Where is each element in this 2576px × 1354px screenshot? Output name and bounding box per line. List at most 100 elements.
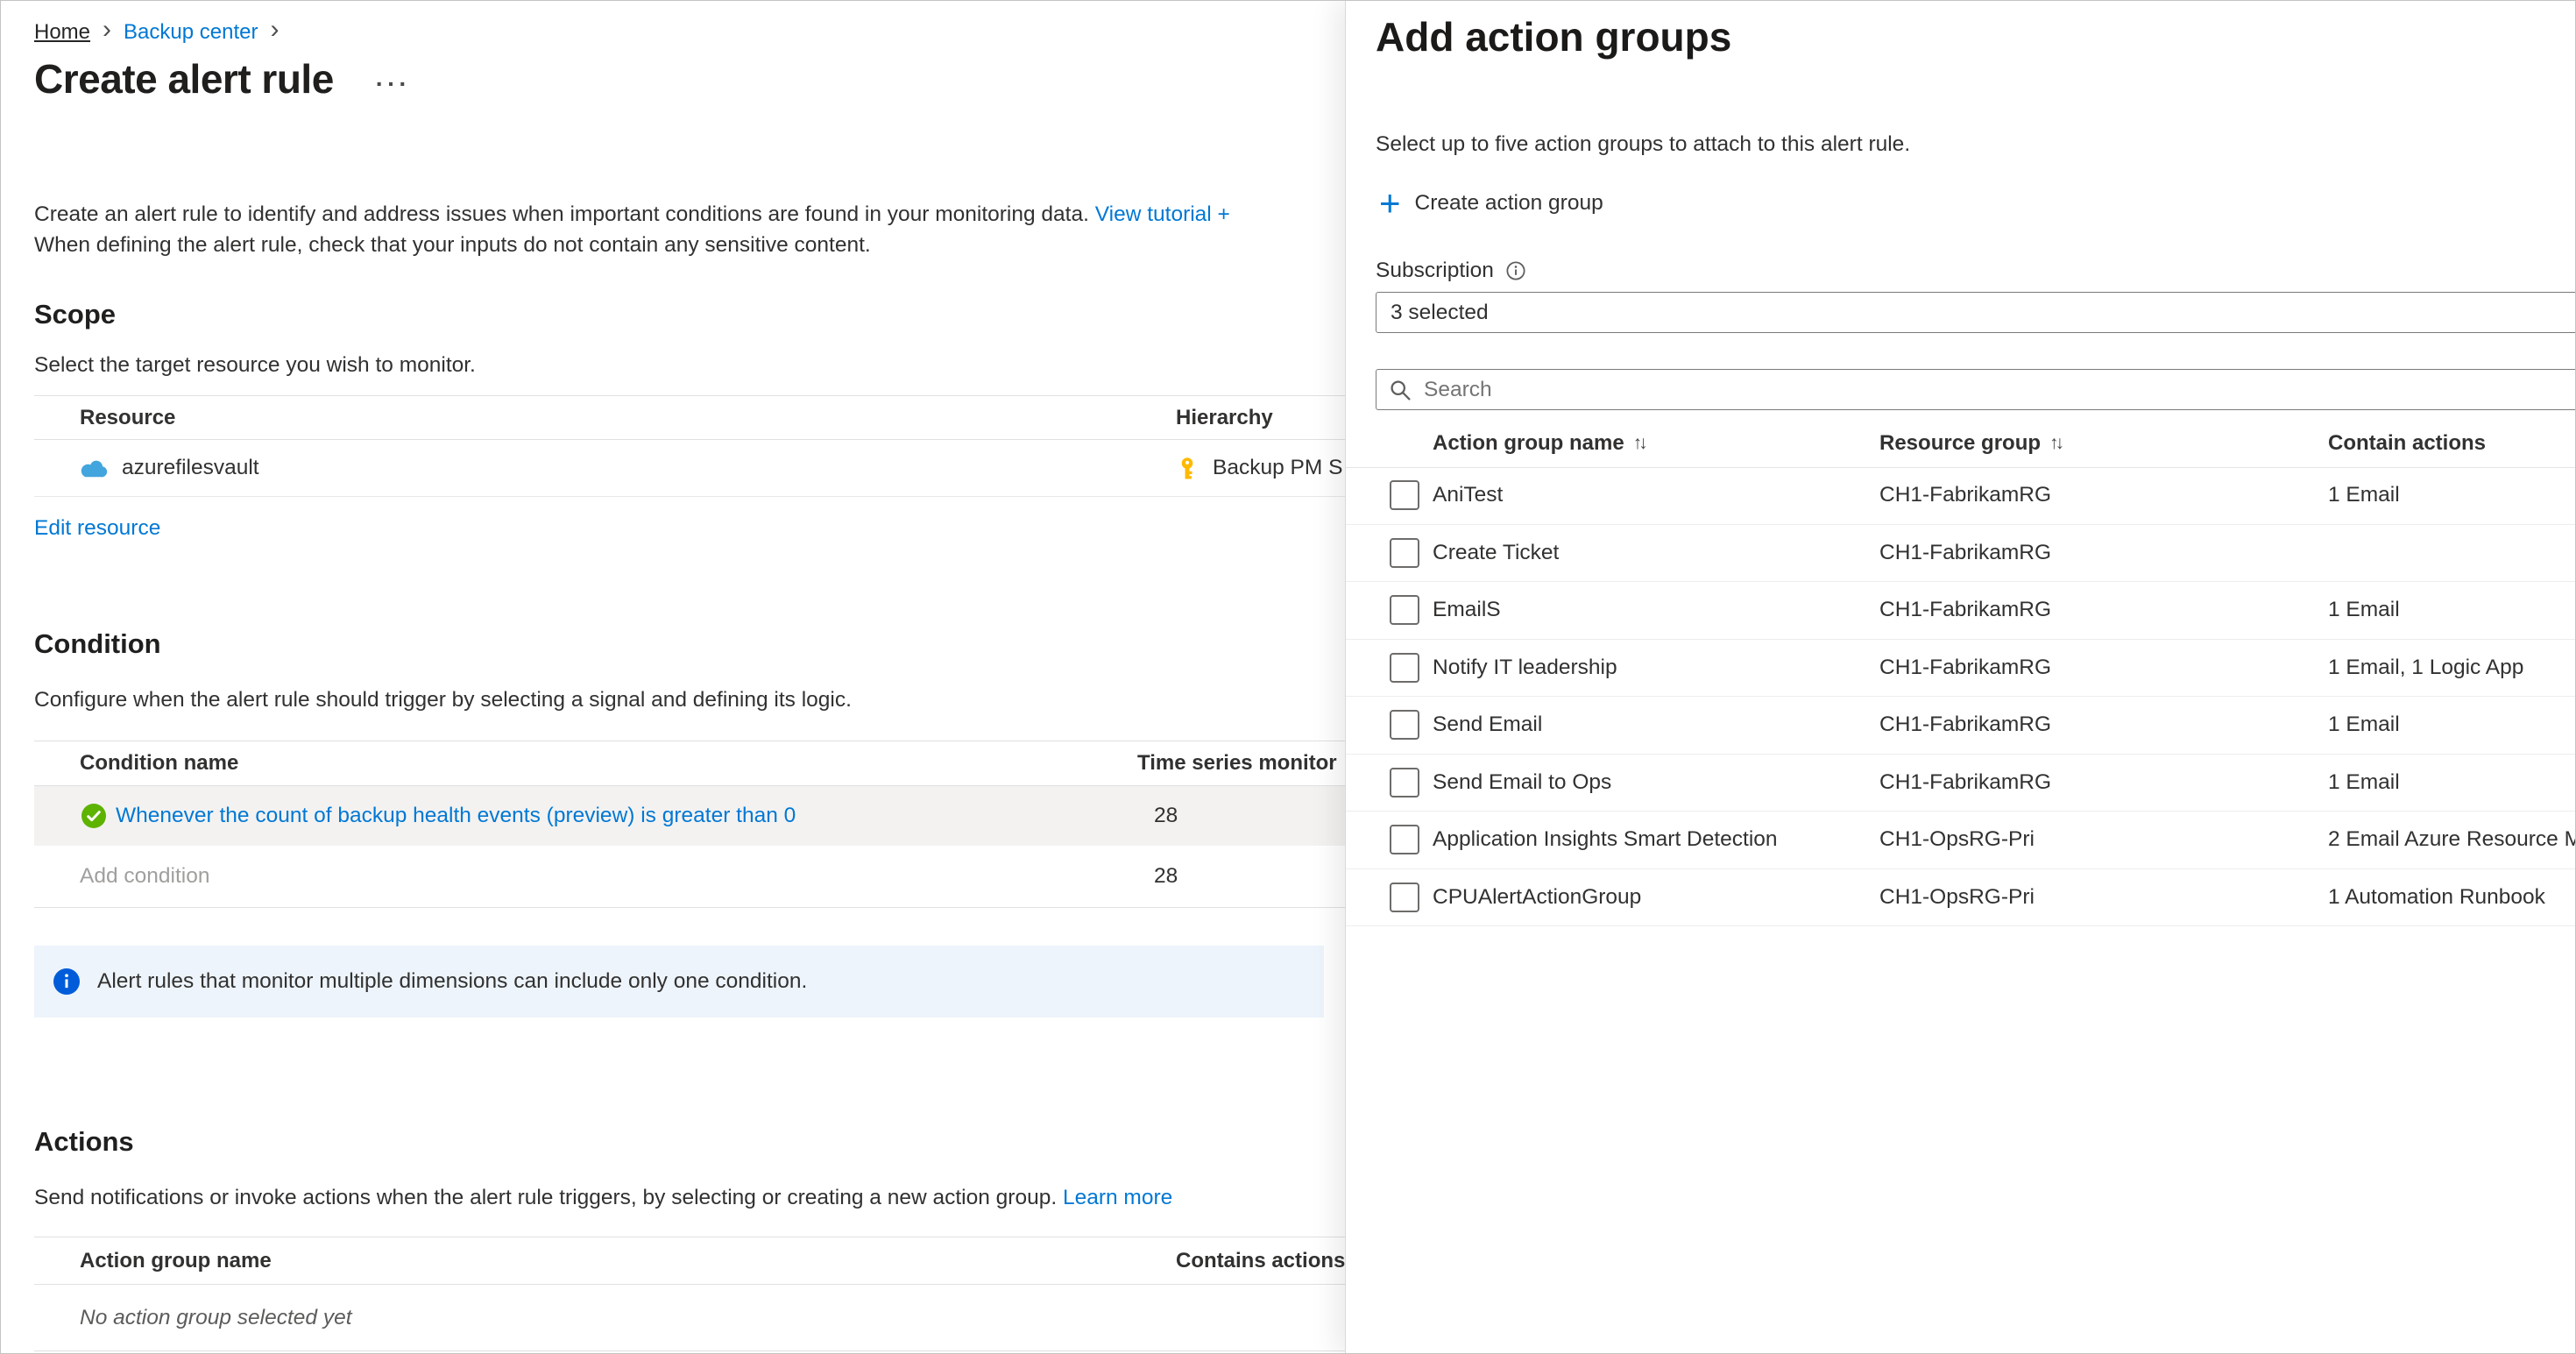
actions-table-header: Action group name Contains actions <box>34 1237 1345 1285</box>
action-group-row[interactable]: Application Insights Smart Detection CH1… <box>1346 812 2576 869</box>
search-icon <box>1391 379 1411 401</box>
create-action-group-label: Create action group <box>1414 191 1603 215</box>
intro-text: Create an alert rule to identify and add… <box>34 199 1230 260</box>
sort-icon: ↑↓ <box>1632 433 1648 453</box>
info-banner: Alert rules that monitor multiple dimens… <box>34 946 1324 1017</box>
condition-col-time-series: Time series monitor <box>1137 751 1337 775</box>
action-group-name: CPUAlertActionGroup <box>1433 884 1642 909</box>
action-group-checkbox[interactable] <box>1390 767 1419 798</box>
scope-heading: Scope <box>34 299 117 330</box>
action-group-name: Create Ticket <box>1433 540 1560 564</box>
col-action-group-name-label: Action group name <box>1433 431 1624 455</box>
action-group-checkbox[interactable] <box>1390 825 1419 855</box>
action-group-row[interactable]: Send Email CH1-FabrikamRG 1 Email <box>1346 697 2575 755</box>
action-group-name: Send Email to Ops <box>1433 769 1612 794</box>
scope-resource-row[interactable]: azurefilesvault Backup PM S <box>34 440 1345 497</box>
col-resource-group-label: Resource group <box>1879 431 2042 455</box>
action-group-name: AniTest <box>1433 483 1504 507</box>
condition-table: Condition name Time series monitor Whene… <box>34 741 1345 908</box>
action-group-resource-group: CH1-FabrikamRG <box>1879 540 2052 564</box>
actions-col-name: Action group name <box>80 1248 272 1272</box>
edit-resource-link[interactable]: Edit resource <box>34 516 160 541</box>
condition-table-header: Condition name Time series monitor <box>34 741 1345 786</box>
add-condition-row: Add condition 28 <box>34 846 1345 908</box>
actions-heading: Actions <box>34 1126 134 1157</box>
view-tutorial-link[interactable]: View tutorial + <box>1095 202 1230 226</box>
action-group-row[interactable]: Create Ticket CH1-FabrikamRG <box>1346 525 2575 582</box>
panel-title: Add action groups <box>1376 14 1732 60</box>
action-groups-table-header: Action group name ↑↓ Resource group ↑↓ C… <box>1346 420 2575 468</box>
actions-description: Send notifications or invoke actions whe… <box>34 1186 1172 1210</box>
create-alert-rule-screen: Home › Backup center › Create alert rule… <box>0 0 2576 1354</box>
action-group-checkbox[interactable] <box>1390 537 1419 568</box>
page-title: Create alert rule <box>34 56 334 102</box>
action-group-row[interactable]: Send Email to Ops CH1-FabrikamRG 1 Email <box>1346 755 2575 812</box>
add-condition-button[interactable]: Add condition <box>80 864 209 889</box>
subscription-dropdown[interactable]: 3 selected <box>1376 292 2575 333</box>
action-group-name: Notify IT leadership <box>1433 655 1617 679</box>
action-group-checkbox[interactable] <box>1390 595 1419 626</box>
create-action-group-button[interactable]: + Create action group <box>1379 182 1603 223</box>
panel-subtitle: Select up to five action groups to attac… <box>1376 132 1911 156</box>
more-options-button[interactable]: ··· <box>376 60 411 98</box>
page-title-row: Create alert rule ··· <box>34 55 411 103</box>
actions-empty-row: No action group selected yet <box>34 1285 1345 1351</box>
scope-col-resource: Resource <box>80 405 176 429</box>
add-action-groups-panel: Add action groups Select up to five acti… <box>1345 1 2576 1353</box>
action-group-row[interactable]: EmailS CH1-FabrikamRG 1 Email <box>1346 582 2575 640</box>
action-groups-table-body: AniTest CH1-FabrikamRG 1 Email Create Ti… <box>1346 467 2576 926</box>
breadcrumb: Home › Backup center › <box>34 17 279 47</box>
scope-table: Resource Hierarchy azurefilesvault Backu… <box>34 395 1345 497</box>
intro-line2: When defining the alert rule, check that… <box>34 233 871 257</box>
condition-row[interactable]: Whenever the count of backup health even… <box>34 786 1345 846</box>
col-resource-group[interactable]: Resource group ↑↓ <box>1879 431 2064 456</box>
plus-icon: + <box>1379 182 1401 223</box>
search-input[interactable] <box>1422 376 2575 403</box>
col-contain-actions: Contain actions <box>2328 431 2487 455</box>
add-condition-time-series-value: 28 <box>1154 864 1178 888</box>
action-group-row[interactable]: CPUAlertActionGroup CH1-OpsRG-Pri 1 Auto… <box>1346 869 2575 926</box>
sort-icon: ↑↓ <box>2049 433 2064 453</box>
condition-col-name: Condition name <box>80 751 239 775</box>
action-group-contains: 1 Email <box>2328 769 2400 794</box>
learn-more-link[interactable]: Learn more <box>1063 1186 1172 1209</box>
intro-line1: Create an alert rule to identify and add… <box>34 202 1089 226</box>
action-group-checkbox[interactable] <box>1390 710 1419 741</box>
action-group-checkbox[interactable] <box>1390 652 1419 683</box>
action-group-checkbox[interactable] <box>1390 480 1419 511</box>
hierarchy-value: Backup PM S <box>1213 456 1343 479</box>
condition-time-series-value: 28 <box>1154 804 1178 827</box>
main-content: Home › Backup center › Create alert rule… <box>1 1 1345 1353</box>
condition-link[interactable]: Whenever the count of backup health even… <box>116 804 796 828</box>
condition-heading: Condition <box>34 628 161 659</box>
action-group-name: Application Insights Smart Detection <box>1433 827 1778 852</box>
action-group-checkbox[interactable] <box>1390 882 1419 912</box>
breadcrumb-home-link[interactable]: Home <box>34 20 90 45</box>
action-group-resource-group: CH1-FabrikamRG <box>1879 655 2052 679</box>
info-banner-text: Alert rules that monitor multiple dimens… <box>97 969 808 993</box>
action-group-row[interactable]: Notify IT leadership CH1-FabrikamRG 1 Em… <box>1346 640 2575 697</box>
col-action-group-name[interactable]: Action group name ↑↓ <box>1433 431 1648 456</box>
chevron-right-icon: › <box>103 15 112 44</box>
action-group-resource-group: CH1-FabrikamRG <box>1879 483 2052 507</box>
subscription-dropdown-value: 3 selected <box>1391 300 1489 324</box>
action-group-resource-group: CH1-FabrikamRG <box>1879 769 2052 794</box>
action-group-contains: 1 Email <box>2328 712 2400 737</box>
breadcrumb-backup-center-link[interactable]: Backup center <box>124 20 258 45</box>
no-action-group-message: No action group selected yet <box>80 1305 352 1329</box>
search-box[interactable] <box>1376 369 2575 410</box>
action-group-resource-group: CH1-OpsRG-Pri <box>1879 884 2035 909</box>
action-group-resource-group: CH1-FabrikamRG <box>1879 712 2052 737</box>
action-group-row[interactable]: AniTest CH1-FabrikamRG 1 Email <box>1346 467 2575 525</box>
vault-cloud-icon <box>81 460 108 478</box>
action-group-name: EmailS <box>1433 598 1501 622</box>
actions-description-text: Send notifications or invoke actions whe… <box>34 1186 1058 1209</box>
actions-table: Action group name Contains actions No ac… <box>34 1237 1345 1351</box>
action-group-contains: 1 Email <box>2328 598 2400 622</box>
scope-description: Select the target resource you wish to m… <box>34 353 476 377</box>
scope-col-hierarchy: Hierarchy <box>1176 405 1273 429</box>
action-group-name: Send Email <box>1433 712 1543 737</box>
action-group-contains: 2 Email Azure Resource M <box>2328 827 2576 852</box>
action-group-resource-group: CH1-FabrikamRG <box>1879 598 2052 622</box>
info-tooltip-icon[interactable] <box>1506 261 1525 280</box>
